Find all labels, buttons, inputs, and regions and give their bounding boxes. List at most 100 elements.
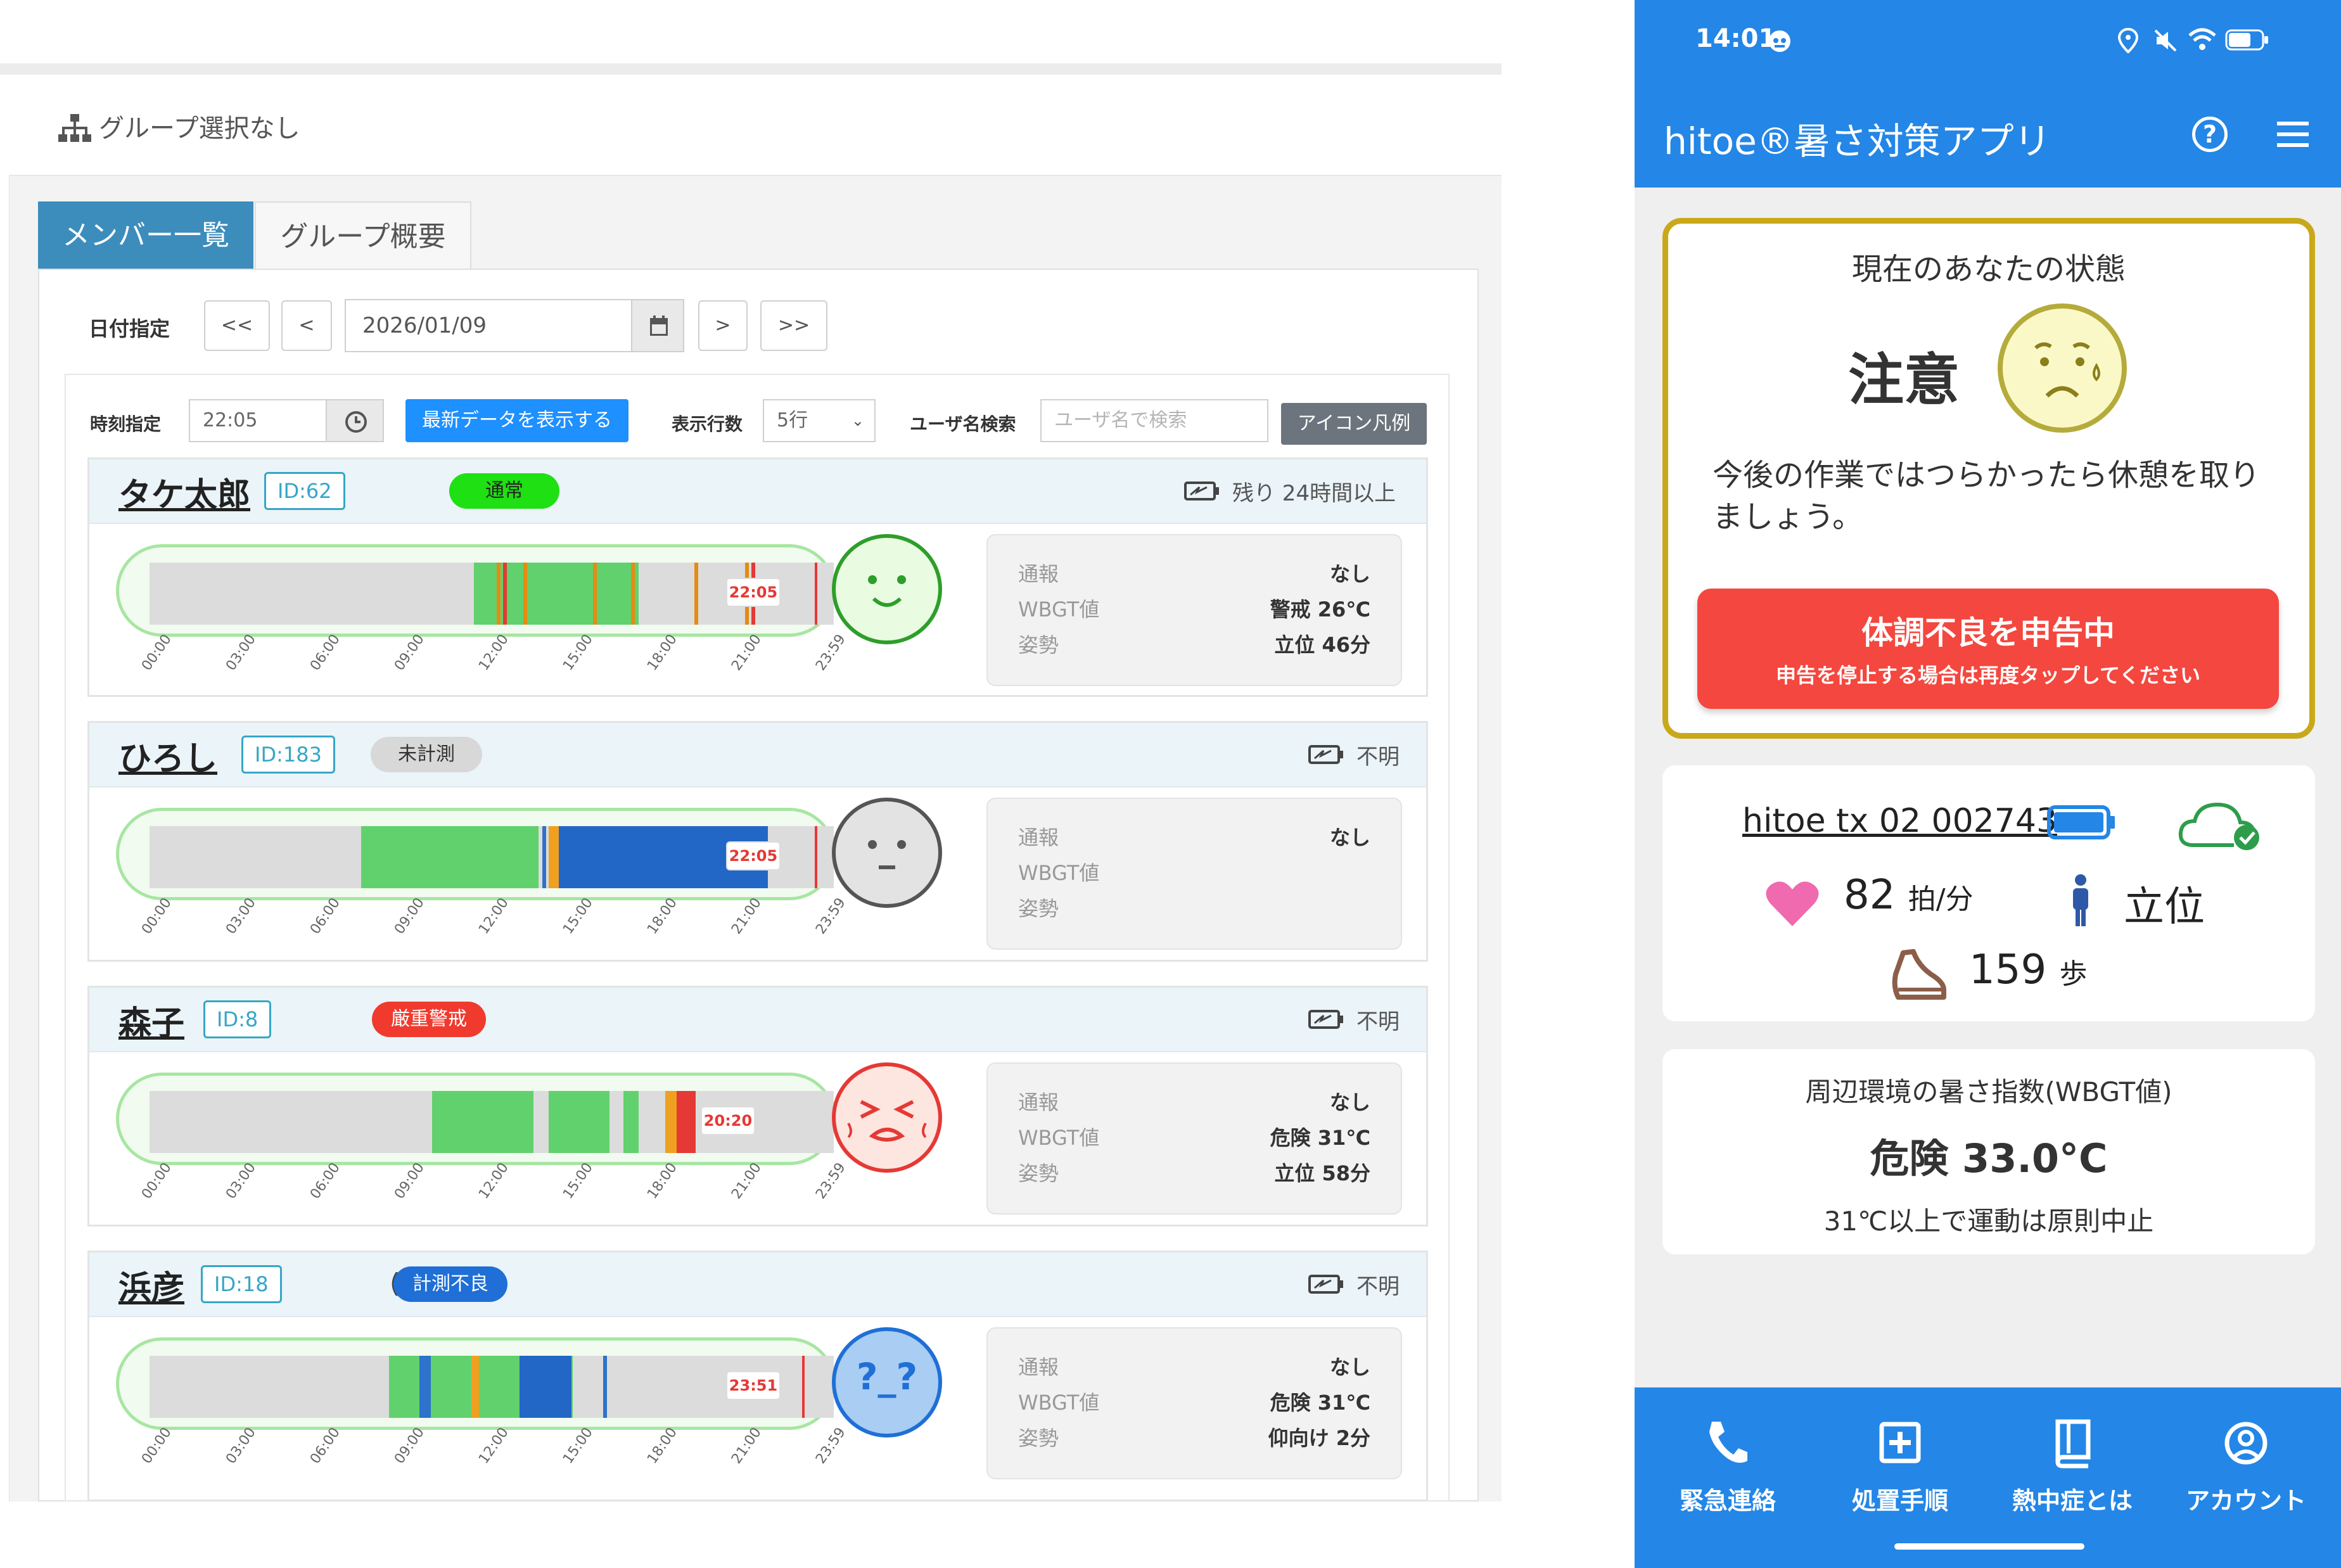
face-text: ?_? — [856, 1355, 918, 1398]
info-label-report: 通報 — [1018, 1355, 1059, 1379]
timeline-tick-label: 12:00 — [476, 895, 512, 938]
worried-face-icon — [1998, 303, 2127, 433]
date-label: 日付指定 — [89, 317, 170, 341]
menu-icon[interactable] — [2277, 122, 2309, 147]
timeline-segment — [603, 1356, 607, 1418]
timeline-tick-label: 15:00 — [560, 632, 596, 674]
calendar-icon — [650, 316, 668, 336]
timeline-tick-label: 15:00 — [560, 895, 596, 938]
info-value-report: なし — [1329, 562, 1370, 586]
status-badge: 厳重警戒 — [372, 1002, 486, 1037]
timeline-tick-label: 00:00 — [139, 895, 175, 938]
member-status-face-icon — [832, 534, 942, 644]
wbgt-note: 31℃以上で運動は原則中止 — [1823, 1206, 2154, 1237]
nav-treatment-steps[interactable]: 処置手順 — [1827, 1418, 1973, 1519]
timeline-segment — [542, 826, 546, 888]
activity-timeline[interactable]: 22:05 — [116, 544, 836, 637]
info-label-wbgt: WBGT値 — [1018, 861, 1100, 885]
activity-timeline[interactable]: 23:51 — [116, 1337, 836, 1430]
step-count-value: 159 歩 — [1969, 947, 2088, 993]
timeline-time-marker: 23:51 — [726, 1371, 781, 1400]
timeline-tick-label: 00:00 — [139, 1160, 175, 1202]
nav-emergency-contact[interactable]: 緊急連絡 — [1655, 1418, 1801, 1519]
activity-timeline[interactable]: 20:20 — [116, 1073, 836, 1165]
member-card-header: ひろし ID:183 未計測 不明 — [89, 723, 1426, 787]
timeline-segment — [694, 563, 698, 625]
rows-select-value: 5行 — [777, 409, 808, 431]
member-name-link[interactable]: タケ太郎 — [118, 468, 250, 516]
timeline-tick-label: 09:00 — [392, 895, 428, 938]
timeline-tick-label: 23:59 — [813, 632, 849, 674]
calendar-button[interactable] — [631, 299, 684, 352]
nav-account[interactable]: アカウント — [2173, 1418, 2319, 1519]
member-status-face-icon — [832, 1062, 942, 1173]
member-card: タケ太郎ID:62(PT1)通常残り 24時間以上22:0500:0003:00… — [87, 457, 1428, 697]
device-card: hitoe tx 02 002743 82 拍/分 立位 159 歩 — [1662, 765, 2315, 1021]
show-latest-button[interactable]: 最新データを表示する — [405, 399, 628, 442]
activity-timeline[interactable]: 22:05 — [116, 808, 836, 900]
member-info-box: 通報 なし WBGT値 姿勢 — [986, 798, 1402, 950]
status-badge: 通常 — [449, 473, 559, 509]
timeline-tick-label: 23:59 — [813, 895, 849, 938]
timeline-time-marker: 20:20 — [701, 1106, 755, 1135]
timeline-tick-label: 23:59 — [813, 1425, 849, 1467]
device-name-link[interactable]: hitoe tx 02 002743 — [1742, 802, 2057, 840]
info-value-report: なし — [1329, 1090, 1370, 1114]
username-search-input[interactable]: ユーザ名で検索 — [1040, 399, 1268, 442]
tab-group-overview[interactable]: グループ概要 — [255, 201, 471, 270]
step-count-unit: 歩 — [2059, 958, 2088, 990]
nav-emergency-label: 緊急連絡 — [1679, 1487, 1776, 1515]
wifi-icon — [2188, 28, 2216, 50]
timeline-track: 22:05 — [150, 563, 834, 625]
member-id-badge: ID:183 — [241, 736, 335, 774]
info-value-posture: 立位 58分 — [1274, 1161, 1370, 1185]
member-info-box: 通報 なし WBGT値 危険 31℃ 姿勢 立位 58分 — [986, 1062, 1402, 1214]
member-name-link[interactable]: 森子 — [118, 997, 184, 1044]
shoe-icon — [1892, 949, 1946, 1000]
icon-legend-button[interactable]: アイコン凡例 — [1281, 403, 1427, 445]
battery-status-icon — [2225, 29, 2268, 51]
info-label-report: 通報 — [1018, 1090, 1059, 1114]
battery-remaining: 不明 — [1356, 1274, 1400, 1299]
timeline-tick-label: 21:00 — [729, 1160, 765, 1202]
illness-report-button[interactable]: 体調不良を申告中 申告を停止する場合は再度タップしてください — [1697, 589, 2279, 709]
timeline-tick-label: 21:00 — [729, 895, 765, 938]
nav-heatstroke-info[interactable]: 熱中症とは — [2000, 1418, 2145, 1519]
timeline-tick-label: 00:00 — [139, 632, 175, 674]
status-bar-time: 14:01 — [1695, 24, 1776, 53]
prev-week-button[interactable]: << — [204, 300, 270, 351]
info-value-wbgt: 危険 31℃ — [1270, 1126, 1370, 1150]
wbgt-title: 周辺環境の暑さ指数(WBGT値) — [1805, 1076, 2172, 1107]
timeline-time-marker: 22:05 — [726, 578, 781, 607]
home-indicator[interactable] — [1894, 1543, 2084, 1550]
member-status-face-icon: ?_? — [832, 1327, 942, 1437]
book-icon — [2055, 1419, 2091, 1469]
timeline-tick-label: 06:00 — [307, 1425, 343, 1467]
info-label-report: 通報 — [1018, 562, 1059, 586]
nav-heatstroke-label: 熱中症とは — [2012, 1487, 2133, 1515]
heart-rate-number: 82 — [1844, 872, 1896, 919]
group-selection-label[interactable]: グループ選択なし — [99, 108, 300, 144]
tab-member-list[interactable]: メンバー一覧 — [38, 201, 253, 270]
prev-day-button[interactable]: < — [281, 300, 332, 351]
timeline-track: 23:51 — [150, 1356, 834, 1418]
timeline-segment — [432, 1091, 533, 1153]
timeline-segment — [520, 1356, 571, 1418]
timeline-tick-label: 18:00 — [644, 895, 680, 938]
android-robot-icon — [1769, 30, 1790, 52]
next-day-button[interactable]: > — [698, 300, 748, 351]
time-input[interactable]: 22:05 — [189, 399, 327, 442]
username-search-label: ユーザ名検索 — [910, 414, 1016, 435]
clock-button[interactable] — [326, 399, 384, 442]
current-status-card: 現在のあなたの状態 注意 今後の作業ではつらかったら休憩を取りましょう。 体調不… — [1662, 218, 2315, 739]
member-name-link[interactable]: 浜彦 — [118, 1261, 184, 1309]
battery-icon — [1308, 745, 1343, 764]
help-icon[interactable]: ? — [2192, 117, 2228, 152]
member-name-link[interactable]: ひろし — [118, 732, 217, 779]
phone-icon — [1709, 1422, 1747, 1463]
date-input[interactable]: 2026/01/09 — [345, 299, 631, 352]
rows-select[interactable]: 5行 ⌄ — [763, 399, 876, 442]
next-week-button[interactable]: >> — [760, 300, 827, 351]
member-card: 浜彦ID:18(aaaa)計測不良不明23:51?_?00:0003:0006:… — [87, 1251, 1428, 1501]
mobile-app: 14:01 hitoe®暑さ対策アプリ ? 現在のあなたの状態 注意 今後の作業… — [1635, 0, 2341, 1568]
